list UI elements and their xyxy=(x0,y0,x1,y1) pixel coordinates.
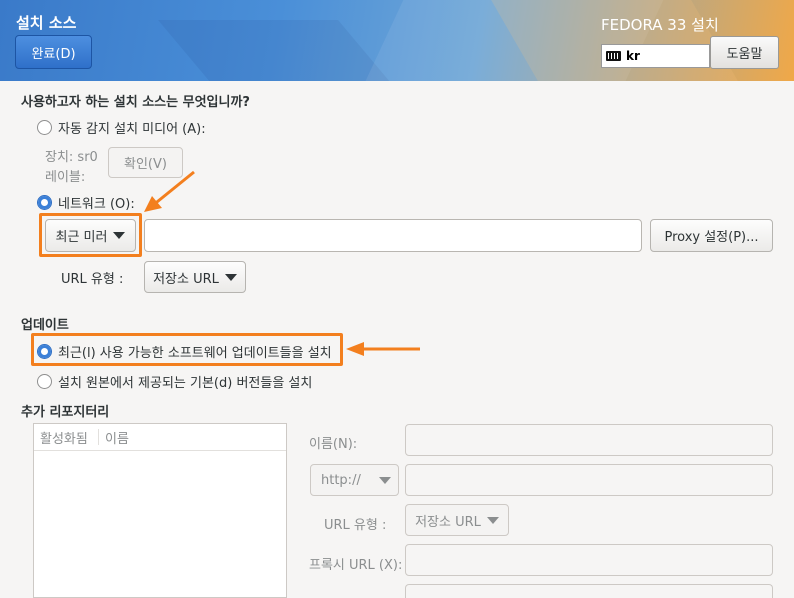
page-title: 설치 소스 xyxy=(16,14,77,32)
col-enabled[interactable]: 활성화됨 xyxy=(34,428,98,447)
done-button[interactable]: 완료(D) xyxy=(15,35,92,69)
source-question: 사용하고자 하는 설치 소스는 무엇입니까? xyxy=(21,95,250,110)
arrow-shaft xyxy=(151,170,195,208)
help-button[interactable]: 도움말 xyxy=(710,36,779,69)
keyboard-layout-indicator[interactable]: kr xyxy=(601,44,710,68)
proxy-settings-button[interactable]: Proxy 설정(P)... xyxy=(650,219,773,252)
column-divider xyxy=(98,429,99,445)
repo-list[interactable]: 활성화됨 이름 xyxy=(33,423,287,598)
base-version-radio[interactable] xyxy=(37,374,52,389)
url-input[interactable] xyxy=(144,219,642,252)
annotation-arrow xyxy=(144,170,195,212)
repo-list-header: 활성화됨 이름 xyxy=(34,424,286,451)
protocol-value: http:// xyxy=(321,472,361,488)
keyboard-icon xyxy=(606,51,621,61)
arrow-head xyxy=(346,342,364,356)
annotation-arrow xyxy=(346,342,420,356)
chevron-down-icon xyxy=(224,273,237,281)
chevron-down-icon xyxy=(486,516,499,524)
auto-detect-option[interactable]: 자동 감지 설치 미디어 (A): xyxy=(37,118,206,137)
network-radio[interactable] xyxy=(37,195,52,210)
repo-name-input[interactable] xyxy=(405,424,773,456)
header-bar: 설치 소스 완료(D) FEDORA 33 설치 kr 도움말 xyxy=(0,0,794,81)
keyboard-layout-label: kr xyxy=(626,49,640,63)
repo-url-input[interactable] xyxy=(405,464,773,496)
mirror-dropdown-label: 최근 미러 xyxy=(55,230,108,245)
network-option[interactable]: 네트워크 (O): xyxy=(37,193,135,212)
chevron-down-icon xyxy=(113,232,126,239)
chevron-down-icon xyxy=(378,476,391,484)
product-title: FEDORA 33 설치 xyxy=(601,16,719,34)
mirror-dropdown[interactable]: 최근 미러 xyxy=(45,219,136,252)
col-name[interactable]: 이름 xyxy=(105,428,129,447)
url-type-value: 저장소 URL xyxy=(153,271,219,287)
auto-detect-radio[interactable] xyxy=(37,120,52,135)
url-type-dropdown[interactable]: 저장소 URL xyxy=(144,261,246,293)
latest-updates-label: 최근(l) 사용 가능한 소프트웨어 업데이트들을 설치 xyxy=(58,346,332,361)
latest-updates-option[interactable]: 최근(l) 사용 가능한 소프트웨어 업데이트들을 설치 xyxy=(37,342,332,361)
protocol-dropdown[interactable]: http:// xyxy=(310,464,399,496)
url-type-label: URL 유형 : xyxy=(61,272,124,287)
repo-url-type-dropdown[interactable]: 저장소 URL xyxy=(405,504,509,536)
media-label: 레이블: xyxy=(45,170,86,185)
updates-heading: 업데이트 xyxy=(21,318,69,333)
network-label: 네트워크 (O): xyxy=(58,197,135,212)
auto-detect-label: 자동 감지 설치 미디어 (A): xyxy=(58,122,206,137)
device-label: 장치: sr0 xyxy=(45,150,98,165)
proxy-url-label: 프록시 URL (X): xyxy=(309,558,403,573)
latest-updates-radio[interactable] xyxy=(37,344,52,359)
repos-heading: 추가 리포지터리 xyxy=(21,405,110,420)
base-version-label: 설치 원본에서 제공되는 기본(d) 버전들을 설치 xyxy=(58,376,313,391)
repo-name-label: 이름(N): xyxy=(309,437,358,452)
proxy-username-input[interactable] xyxy=(405,584,773,598)
base-version-option[interactable]: 설치 원본에서 제공되는 기본(d) 버전들을 설치 xyxy=(37,372,312,391)
repo-url-type-label: URL 유형 : xyxy=(324,518,387,533)
proxy-url-input[interactable] xyxy=(405,544,773,576)
repo-url-type-value: 저장소 URL xyxy=(415,514,481,530)
